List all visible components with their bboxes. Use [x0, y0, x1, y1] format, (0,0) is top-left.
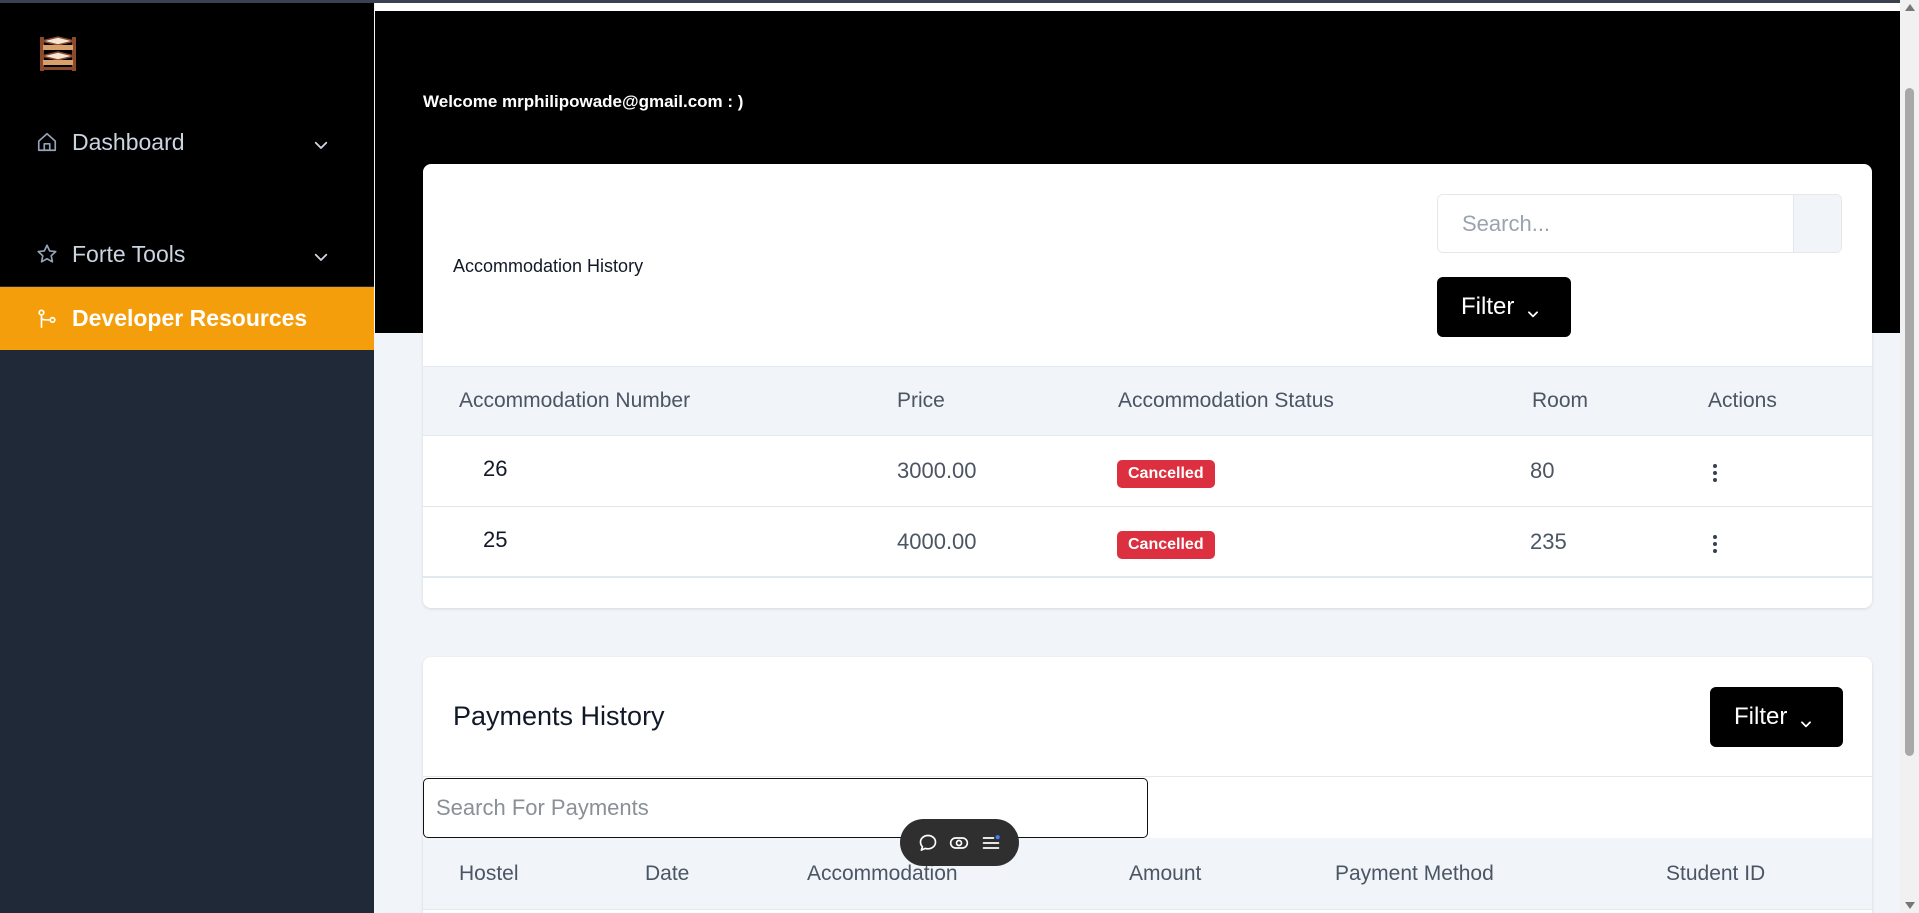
accommodation-number: 26 — [483, 456, 508, 481]
column-header[interactable]: Date — [645, 862, 689, 886]
eye-toggle-icon[interactable] — [949, 833, 969, 853]
menu-list-icon[interactable] — [981, 833, 1001, 853]
column-header[interactable]: Accommodation Number — [459, 389, 690, 413]
sidebar: Dashboard Forte Tools Developer Resource… — [0, 3, 374, 913]
floating-toolbar — [900, 819, 1019, 866]
payments-history-card: Payments History Filter Hostel Date Acco… — [423, 657, 1872, 913]
scroll-down-arrow-icon[interactable] — [1905, 902, 1915, 909]
chevron-down-icon[interactable] — [312, 133, 330, 151]
filter-button[interactable]: Filter — [1437, 277, 1571, 337]
column-header[interactable]: Student ID — [1666, 862, 1765, 886]
table-header: Accommodation Number Price Accommodation… — [423, 366, 1872, 436]
git-branch-icon — [36, 308, 58, 330]
accommodation-search — [1437, 194, 1842, 253]
scrollbar-thumb[interactable] — [1905, 88, 1914, 756]
table-row[interactable]: 25 4000.00 Cancelled 235 — [423, 507, 1872, 578]
more-vertical-icon[interactable] — [1707, 533, 1723, 555]
status-badge: Cancelled — [1117, 460, 1215, 488]
chat-bubble-icon[interactable] — [918, 833, 938, 853]
price-cell: 4000.00 — [897, 529, 977, 554]
column-header: Actions — [1708, 389, 1777, 412]
status-badge: Cancelled — [1117, 531, 1215, 559]
accommodation-history-card: Accommodation History Filter Accommodati… — [423, 164, 1872, 608]
table-header: Hostel Date Accommodation Amount Payment… — [423, 838, 1872, 910]
main-top-border — [375, 3, 1900, 11]
bunk-bed-icon[interactable] — [38, 33, 78, 73]
card-title: Payments History — [453, 701, 665, 731]
filter-button[interactable]: Filter — [1710, 687, 1843, 747]
sidebar-item-label: Developer Resources — [72, 305, 308, 331]
sidebar-item-developer-resources[interactable]: Developer Resources — [0, 287, 374, 350]
room-cell: 80 — [1530, 458, 1555, 483]
divider — [423, 776, 1872, 777]
room-cell: 235 — [1530, 529, 1567, 554]
sidebar-item-label: Dashboard — [72, 128, 185, 155]
column-header[interactable]: Price — [897, 389, 945, 413]
column-header[interactable]: Hostel — [459, 862, 519, 886]
column-header[interactable]: Accommodation Status — [1118, 389, 1334, 413]
more-vertical-icon[interactable] — [1707, 462, 1723, 484]
chevron-down-icon — [1799, 710, 1813, 728]
card-title: Accommodation History — [453, 256, 644, 276]
column-header[interactable]: Amount — [1129, 862, 1201, 886]
chevron-down-icon — [1526, 300, 1540, 318]
price-cell: 3000.00 — [897, 458, 977, 483]
accommodation-number: 25 — [483, 527, 508, 552]
search-input[interactable] — [1438, 195, 1793, 252]
filter-label: Filter — [1734, 703, 1788, 730]
scroll-up-arrow-icon[interactable] — [1905, 4, 1915, 11]
star-icon — [36, 243, 58, 265]
welcome-message: Welcome mrphilipowade@gmail.com : ) — [423, 92, 744, 111]
sidebar-item-label: Forte Tools — [72, 240, 186, 267]
search-input[interactable] — [423, 778, 1148, 838]
search-addon-button[interactable] — [1793, 195, 1841, 252]
sidebar-item-dashboard[interactable]: Dashboard — [0, 111, 374, 173]
column-header[interactable]: Room — [1532, 389, 1588, 413]
column-header[interactable]: Payment Method — [1335, 862, 1494, 886]
vertical-scrollbar[interactable] — [1900, 0, 1919, 913]
home-icon — [36, 131, 58, 153]
chevron-down-icon[interactable] — [312, 245, 330, 263]
sidebar-item-forte-tools[interactable]: Forte Tools — [0, 223, 374, 285]
table-row[interactable]: 26 3000.00 Cancelled 80 — [423, 436, 1872, 507]
filter-label: Filter — [1461, 293, 1515, 320]
